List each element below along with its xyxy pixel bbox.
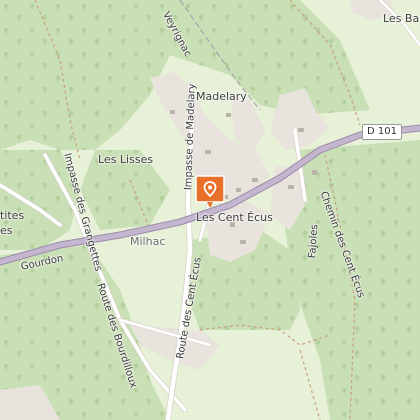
map-base-layer — [0, 0, 420, 420]
place-label-petites-1: tites — [0, 209, 25, 222]
place-label-milhac: Milhac — [130, 235, 166, 248]
place-label-petites-2: es — [0, 224, 13, 237]
road-shield-d101: D 101 — [362, 124, 402, 140]
road-label-fajoles: Fajoles — [307, 224, 321, 259]
place-label-madelary: Madelary — [196, 90, 247, 103]
map-pin-icon — [195, 175, 225, 208]
place-label-les-cent-ecus: Les Cent Écus — [196, 211, 273, 224]
map-canvas[interactable]: Veyrignac Madelary Les Lisses Les Cent É… — [0, 0, 420, 420]
place-label-les-barres: Les Bar — [383, 12, 420, 25]
location-marker[interactable] — [195, 175, 225, 209]
place-label-les-lisses: Les Lisses — [98, 153, 154, 166]
